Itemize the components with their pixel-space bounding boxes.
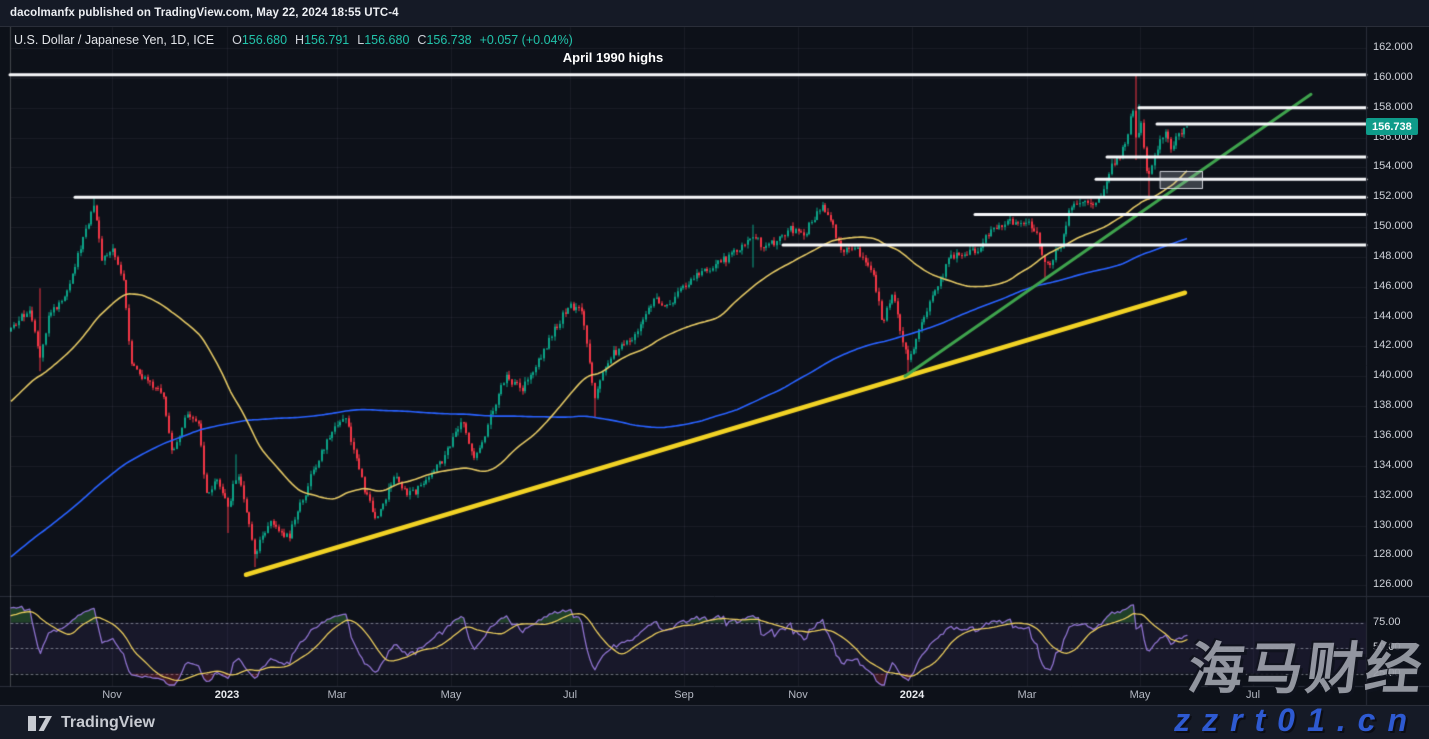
price-axis-label: 134.000 [1373, 459, 1413, 471]
attribution-text: dacolmanfx published on TradingView.com,… [10, 7, 399, 19]
price-axis-label: 152.000 [1373, 190, 1413, 202]
ohlc-letter: O [232, 33, 242, 47]
ohlc-letter: H [295, 33, 304, 47]
time-axis-label: 2024 [900, 689, 924, 701]
price-axis-label: 132.000 [1373, 489, 1413, 501]
price-axis-label: 140.000 [1373, 369, 1413, 381]
time-axis-label: 2023 [215, 689, 239, 701]
price-axis-label: 130.000 [1373, 519, 1413, 531]
time-axis-label: Sep [674, 689, 694, 701]
last-price-tag: 156.738 [1366, 118, 1418, 135]
price-axis-label: 138.000 [1373, 399, 1413, 411]
price-axis-label: 148.000 [1373, 250, 1413, 262]
tradingview-logo[interactable] [27, 715, 53, 732]
price-axis-label: 158.000 [1373, 101, 1413, 113]
time-axis-label: May [1130, 689, 1151, 701]
site-watermark: 海马财经 [1184, 624, 1429, 705]
time-axis-label: Jul [563, 689, 577, 701]
price-axis-label: 154.000 [1373, 160, 1413, 172]
price-axis-label: 136.000 [1373, 429, 1413, 441]
price-axis-label: 144.000 [1373, 310, 1413, 322]
april-1990-highs-label: April 1990 highs [563, 50, 663, 65]
price-axis-label: 162.000 [1373, 41, 1413, 53]
ohlc-value: 156.680 [242, 33, 287, 47]
tradingview-brand-text[interactable]: TradingView [61, 714, 155, 732]
price-axis-label: 126.000 [1373, 578, 1413, 590]
time-axis-label: Nov [788, 689, 808, 701]
ohlc-value: 156.738 [426, 33, 471, 47]
symbol-legend[interactable]: U.S. Dollar / Japanese Yen, 1D, ICEO156.… [14, 33, 573, 47]
price-axis-label: 160.000 [1373, 71, 1413, 83]
attribution-bar: dacolmanfx published on TradingView.com,… [0, 0, 1429, 27]
change-value: +0.057 (+0.04%) [480, 33, 573, 47]
ohlc-value: 156.791 [304, 33, 349, 47]
ohlc-value: 156.680 [364, 33, 409, 47]
time-axis-label: Mar [328, 689, 347, 701]
price-axis-label: 146.000 [1373, 280, 1413, 292]
time-axis-label: Nov [102, 689, 122, 701]
symbol-title: U.S. Dollar / Japanese Yen, 1D, ICE [14, 33, 214, 47]
price-axis-label: 150.000 [1373, 220, 1413, 232]
time-axis-label: Mar [1018, 689, 1037, 701]
tradingview-logo-icon [27, 715, 53, 732]
ohlc-values: O156.680H156.791L156.680C156.738 [224, 33, 472, 47]
price-axis-label: 142.000 [1373, 339, 1413, 351]
price-axis-label: 128.000 [1373, 548, 1413, 560]
site-url-watermark: zzrt01.cn [1174, 702, 1419, 739]
time-axis-label: May [441, 689, 462, 701]
published-chart-page: dacolmanfx published on TradingView.com,… [0, 0, 1429, 739]
